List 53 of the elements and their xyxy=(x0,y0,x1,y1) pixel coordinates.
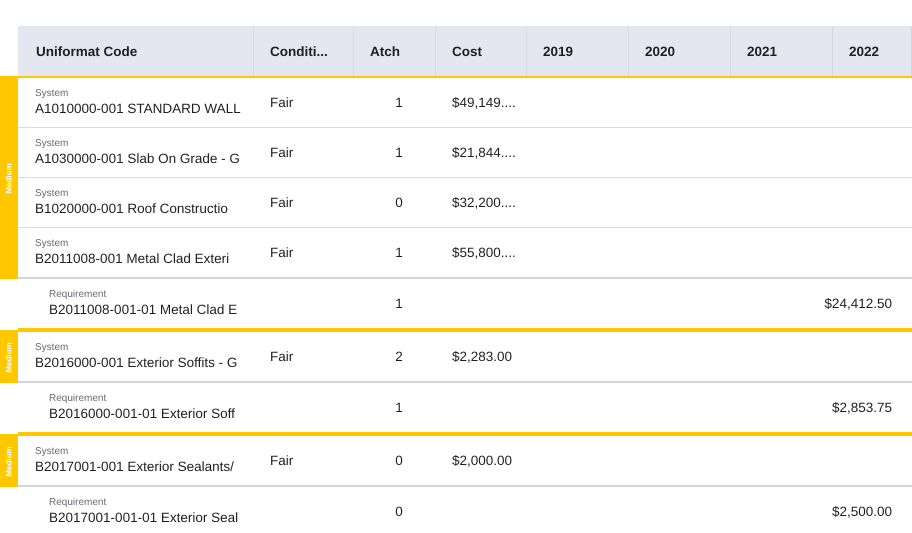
cost-text: $55,800.... xyxy=(452,245,516,260)
condition-text: Fair xyxy=(270,195,294,210)
column-header[interactable]: Uniformat Code xyxy=(18,26,254,76)
uniformat-code: B2016000-001 Exterior Soffits - G xyxy=(35,354,238,372)
priority-tag: Medium xyxy=(0,436,18,487)
row-type-label: System xyxy=(35,188,70,200)
condition-text: Fair xyxy=(270,349,294,364)
column-header[interactable]: 2020 xyxy=(629,26,731,76)
uniformat-code: A1030000-001 Slab On Grade - G xyxy=(35,150,241,168)
condition-text: Fair xyxy=(270,95,294,110)
row-type-label: System xyxy=(35,238,70,250)
uniformat-code: B2017001-001 Exterior Sealants/ xyxy=(35,458,235,476)
row-type-label: System xyxy=(35,138,70,150)
attachment-count: 1 xyxy=(395,245,403,260)
column-header[interactable]: Cost xyxy=(436,26,527,76)
attachment-count: 1 xyxy=(395,400,403,415)
condition-text: Fair xyxy=(270,245,294,260)
year-cost-text: $2,500.00 xyxy=(832,504,892,519)
column-header[interactable]: Conditi... xyxy=(254,26,354,76)
attachment-count: 2 xyxy=(395,349,403,364)
attachment-count: 0 xyxy=(395,453,403,468)
attachment-count: 1 xyxy=(395,95,403,110)
cost-text: $2,000.00 xyxy=(452,453,512,468)
column-header[interactable]: Atch xyxy=(354,26,436,76)
uniformat-code: B2017001-001-01 Exterior Seal xyxy=(49,508,240,526)
cost-text: $32,200.... xyxy=(452,195,516,210)
column-header[interactable]: 2019 xyxy=(527,26,629,76)
uniformat-code: B2011008-001 Metal Clad Exteri xyxy=(35,250,230,268)
uniformat-code: B2016000-001-01 Exterior Soff xyxy=(49,404,236,422)
column-header[interactable]: 2021 xyxy=(731,26,833,76)
priority-tag: Medium xyxy=(0,78,18,279)
attachment-count: 1 xyxy=(395,145,403,160)
cost-text: $49,149.... xyxy=(452,95,516,110)
row-type-label: Requirement xyxy=(49,496,108,508)
cost-text: $2,283.00 xyxy=(452,349,512,364)
row-type-label: System xyxy=(35,446,70,458)
uniformat-code: B2011008-001-01 Metal Clad E xyxy=(49,300,238,318)
year-cost-text: $24,412.50 xyxy=(824,296,892,311)
attachment-count: 0 xyxy=(395,195,403,210)
row-type-label: System xyxy=(35,342,70,354)
cost-text: $21,844.... xyxy=(452,145,516,160)
attachment-count: 0 xyxy=(395,504,403,519)
condition-text: Fair xyxy=(270,453,294,468)
row-type-label: Requirement xyxy=(49,288,108,300)
condition-text: Fair xyxy=(270,145,294,160)
uniformat-code: A1010000-001 STANDARD WALL xyxy=(35,100,242,118)
row-type-label: System xyxy=(35,88,70,100)
year-cost-text: $2,853.75 xyxy=(832,400,892,415)
row-type-label: Requirement xyxy=(49,392,108,404)
column-header[interactable]: 2022 xyxy=(833,26,912,76)
attachment-count: 1 xyxy=(395,296,403,311)
uniformat-code: B1020000-001 Roof Constructio xyxy=(35,200,229,218)
priority-tag: Medium xyxy=(0,332,18,383)
